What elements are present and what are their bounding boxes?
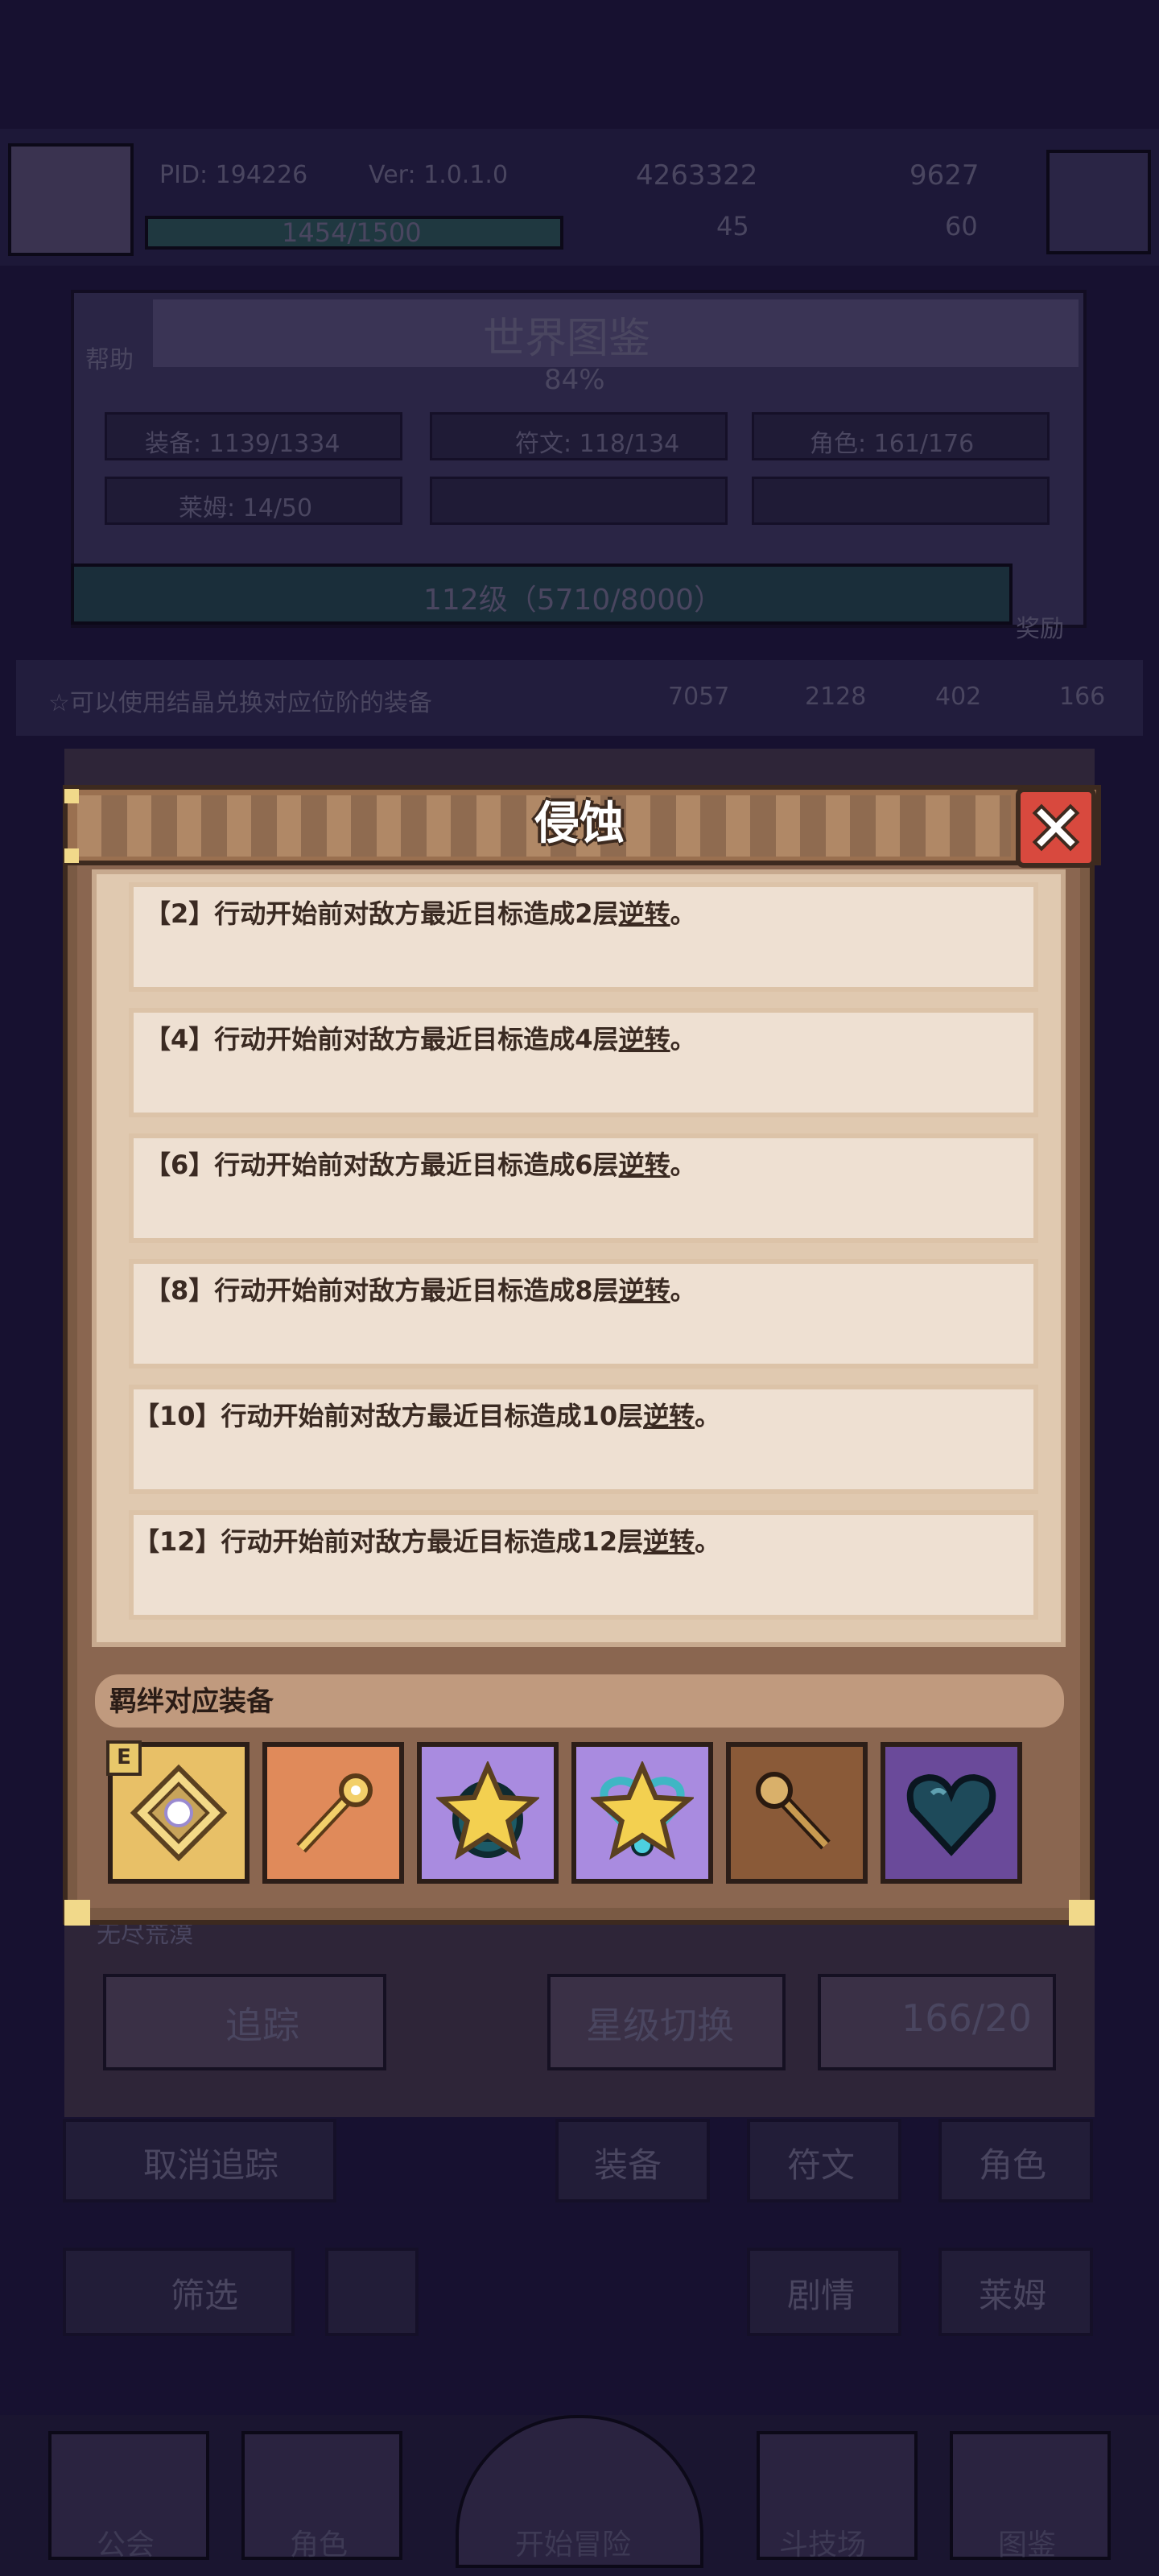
cancel-trace-label: 取消追踪: [143, 2145, 279, 2185]
nav-arena-label: 斗技场: [779, 2529, 867, 2562]
keyword-link[interactable]: 逆转: [619, 1024, 670, 1055]
tab-runes-label: 符文: [787, 2145, 856, 2185]
crystal-count-3: 402: [935, 683, 982, 711]
gold-shield-icon: [130, 1764, 228, 1862]
star-icon: [591, 1761, 694, 1860]
filter-label: 筛选: [171, 2276, 239, 2315]
effect-row: 【2】行动开始前对敌方最近目标造成2层逆转。: [129, 882, 1038, 992]
trace-button-label: 追踪: [225, 2004, 299, 2047]
nav-character-label: 角色: [290, 2529, 349, 2562]
effect-row: 【10】行动开始前对敌方最近目标造成10层逆转。: [129, 1385, 1038, 1494]
stat-lime: 莱姆: 14/50: [179, 494, 313, 522]
effects-list: 【2】行动开始前对敌方最近目标造成2层逆转。 【4】行动开始前对敌方最近目标造成…: [92, 869, 1066, 1647]
exp-value: 1454/1500: [282, 217, 422, 248]
stat-runes: 符文: 118/134: [515, 430, 680, 458]
equip-badge: E: [106, 1740, 142, 1776]
crystal-count-2: 2128: [805, 683, 867, 711]
keyword-link[interactable]: 逆转: [619, 898, 670, 929]
crystal-count-4: 166: [1059, 683, 1106, 711]
world-book-title: 世界图鉴: [483, 315, 651, 363]
equipment-slot[interactable]: [881, 1742, 1022, 1884]
cost-value: 166/20: [901, 1996, 1032, 2040]
equipment-slot[interactable]: [726, 1742, 868, 1884]
bronze-mace-icon: [756, 1772, 831, 1850]
star-icon: [436, 1761, 539, 1860]
pid-label: PID: 194226: [159, 161, 308, 189]
res2-value: 60: [945, 211, 978, 242]
keyword-link[interactable]: 逆转: [619, 1150, 670, 1180]
reward-button[interactable]: 奖励: [1016, 609, 1064, 644]
dialog-title: 侵蚀: [534, 798, 625, 850]
completion-percent: 84%: [544, 364, 605, 396]
effect-row: 【8】行动开始前对敌方最近目标造成8层逆转。: [129, 1259, 1038, 1368]
settings-gear-icon[interactable]: [1046, 150, 1151, 254]
nav-codex-label: 图鉴: [998, 2529, 1057, 2562]
keyword-link[interactable]: 逆转: [619, 1275, 670, 1306]
stat-characters: 角色: 161/176: [810, 430, 975, 458]
keyword-link[interactable]: 逆转: [643, 1401, 695, 1431]
effect-row: 【4】行动开始前对敌方最近目标造成4层逆转。: [129, 1008, 1038, 1117]
close-icon: [1032, 803, 1080, 852]
res1-value: 45: [716, 211, 749, 242]
tab-equipment-label: 装备: [594, 2145, 662, 2185]
close-button[interactable]: [1016, 787, 1096, 868]
nav-start-adventure-label: 开始冒险: [515, 2529, 632, 2562]
bond-equipment-label: 羁绊对应装备: [109, 1686, 274, 1718]
gem-value: 9627: [909, 159, 980, 192]
version-label: Ver: 1.0.1.0: [369, 161, 509, 189]
tab-characters-label: 角色: [979, 2145, 1047, 2185]
avatar[interactable]: [8, 143, 134, 256]
equipment-slot[interactable]: [262, 1742, 404, 1884]
equipment-slot[interactable]: E: [106, 1740, 250, 1884]
stat-equipment: 装备: 1139/1334: [145, 430, 340, 458]
tab-lime-label: 莱姆: [979, 2276, 1047, 2315]
star-switch-label: 星级切换: [586, 2004, 734, 2047]
help-button[interactable]: 帮助: [85, 340, 134, 375]
equipment-slot[interactable]: [417, 1742, 559, 1884]
effect-row: 【12】行动开始前对敌方最近目标造成12层逆转。: [129, 1510, 1038, 1620]
effect-row: 【6】行动开始前对敌方最近目标造成6层逆转。: [129, 1133, 1038, 1243]
equipment-slot[interactable]: [571, 1742, 713, 1884]
exchange-tip: ☆可以使用结晶兑换对应位阶的装备: [48, 689, 432, 717]
dark-heart-icon: [906, 1773, 996, 1856]
gold-value: 4263322: [636, 159, 758, 192]
crystal-count-1: 7057: [668, 683, 730, 711]
tab-story-label: 剧情: [787, 2276, 856, 2315]
sort-button[interactable]: [325, 2248, 419, 2336]
keyword-link[interactable]: 逆转: [643, 1526, 695, 1557]
nav-guild-label: 公会: [97, 2529, 155, 2562]
gold-scepter-icon: [296, 1773, 373, 1853]
level-value: 112级（5710/8000）: [423, 584, 724, 617]
